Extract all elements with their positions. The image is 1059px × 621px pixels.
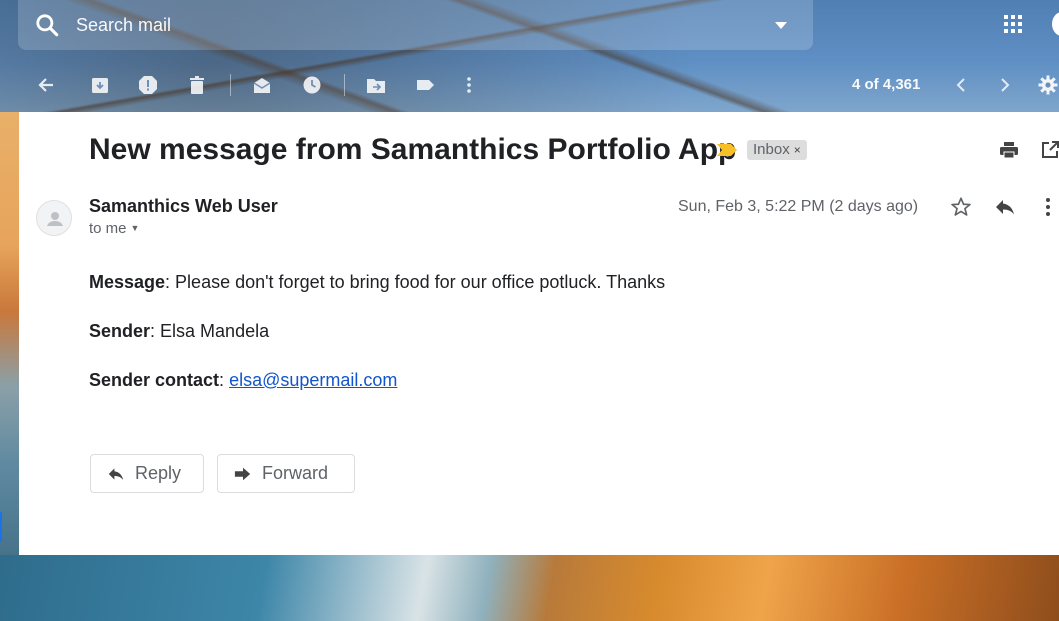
sender-field-value: : Elsa Mandela	[150, 321, 270, 341]
importance-marker-icon[interactable]	[717, 144, 737, 156]
message-subject: New message from Samanthics Portfolio Ap…	[89, 133, 737, 166]
search-input[interactable]	[76, 12, 676, 38]
mark-unread-icon[interactable]	[252, 75, 272, 95]
pagination-count: 4 of 4,361	[852, 76, 921, 93]
archive-icon[interactable]	[90, 75, 110, 95]
print-icon[interactable]	[999, 140, 1019, 160]
reply-label: Reply	[135, 463, 182, 483]
forward-label: Forward	[262, 463, 329, 483]
message-body-line: Message: Please don't forget to bring fo…	[89, 272, 665, 293]
contact-separator: :	[219, 370, 230, 390]
labels-icon[interactable]	[415, 75, 435, 95]
sender-field-label: Sender	[89, 321, 151, 341]
forward-icon	[234, 467, 251, 480]
reply-button[interactable]: Reply	[90, 454, 204, 493]
inbox-label-chip: Inbox ×	[747, 140, 807, 160]
message-field-value: : Please don't forget to bring food for …	[165, 272, 666, 292]
person-icon	[47, 212, 63, 226]
recipient-details[interactable]: to me ▼	[89, 220, 139, 237]
background-wallpaper-bottom	[0, 555, 1059, 621]
snooze-icon[interactable]	[302, 75, 322, 95]
recipient-text: to me	[89, 220, 127, 237]
contact-email-link[interactable]: elsa@supermail.com	[229, 370, 397, 390]
settings-gear-icon[interactable]	[1038, 75, 1058, 95]
apps-grid-icon[interactable]	[1003, 14, 1023, 34]
message-toolbar: 4 of 4,361	[18, 58, 1059, 112]
chevron-left-icon[interactable]	[951, 75, 971, 95]
delete-icon[interactable]	[187, 75, 207, 95]
background-wallpaper-left	[0, 112, 19, 555]
contact-field-label: Sender contact	[89, 370, 220, 390]
chevron-right-icon[interactable]	[995, 75, 1015, 95]
sender-body-line: Sender: Elsa Mandela	[89, 321, 269, 342]
star-icon[interactable]	[950, 196, 972, 218]
contact-body-line: Sender contact: elsa@supermail.com	[89, 370, 397, 391]
more-vert-icon[interactable]	[459, 75, 479, 95]
message-date: Sun, Feb 3, 5:22 PM (2 days ago)	[678, 198, 919, 215]
reply-icon[interactable]	[994, 197, 1016, 217]
label-text: Inbox	[753, 141, 790, 158]
more-vert-icon[interactable]	[1045, 197, 1051, 217]
message-field-label: Message	[89, 272, 166, 292]
forward-button[interactable]: Forward	[217, 454, 355, 493]
move-to-icon[interactable]	[366, 75, 386, 95]
report-spam-icon[interactable]	[138, 75, 158, 95]
search-bar	[18, 0, 813, 50]
search-options-dropdown-icon[interactable]	[774, 20, 788, 30]
sender-name[interactable]: Samanthics Web User	[89, 196, 278, 217]
toolbar-divider	[344, 74, 345, 96]
search-icon[interactable]	[34, 12, 60, 38]
sender-avatar[interactable]	[36, 200, 72, 236]
reply-icon	[108, 467, 124, 480]
toolbar-divider	[230, 74, 231, 96]
back-arrow-icon[interactable]	[36, 75, 56, 95]
chevron-down-icon: ▼	[130, 223, 140, 233]
open-in-new-window-icon[interactable]	[1040, 140, 1059, 160]
remove-label-button[interactable]: ×	[794, 143, 801, 157]
nav-active-indicator	[0, 512, 2, 542]
message-view: New message from Samanthics Portfolio Ap…	[19, 112, 1059, 555]
